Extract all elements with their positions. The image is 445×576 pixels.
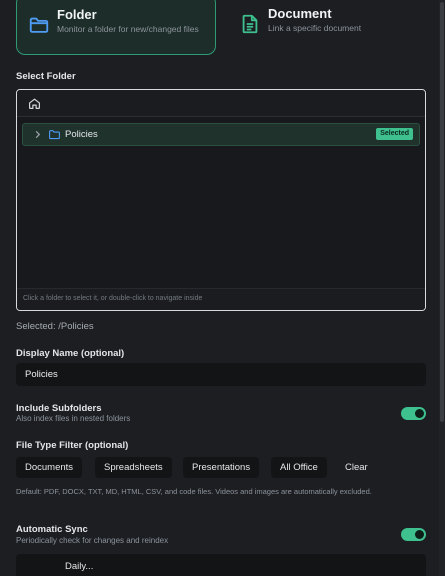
display-name-label: Display Name (optional) [16, 348, 125, 359]
filter-chip-spreadsheets[interactable]: Spreadsheets [95, 457, 172, 478]
select-folder-label: Select Folder [16, 71, 76, 82]
browser-footer: Click a folder to select it, or double-c… [17, 288, 425, 310]
folder-card-title: Folder [57, 7, 97, 22]
include-subfolders-description: Also index files in nested folders [16, 414, 131, 423]
file-type-filter-label: File Type Filter (optional) [16, 440, 129, 451]
home-icon[interactable] [28, 97, 41, 110]
sync-frequency-select[interactable]: Daily... [16, 554, 426, 576]
file-type-help: Default: PDF, DOCX, TXT, MD, HTML, CSV, … [16, 487, 372, 496]
automatic-sync-description: Periodically check for changes and reind… [16, 536, 169, 545]
document-card-title: Document [268, 6, 332, 21]
document-card-description: Link a specific document [268, 23, 362, 33]
filter-chip-all-office[interactable]: All Office [271, 457, 327, 478]
filter-chip-documents[interactable]: Documents [16, 457, 83, 478]
include-subfolders-toggle[interactable] [401, 407, 426, 420]
toggle-knob [415, 530, 424, 539]
scrollbar-thumb[interactable] [440, 2, 444, 422]
folder-browser: Policies Selected Click a folder to sele… [16, 89, 426, 311]
display-name-input[interactable] [16, 363, 426, 386]
toggle-knob [415, 409, 424, 418]
selected-badge: Selected [376, 128, 413, 140]
chevron-right-icon[interactable] [33, 130, 42, 139]
sync-frequency-value: Daily... [65, 561, 94, 572]
folder-source-card[interactable]: Folder Monitor a folder for new/changed … [16, 0, 216, 55]
include-subfolders-title: Include Subfolders [16, 403, 102, 414]
filter-chip-presentations[interactable]: Presentations [183, 457, 260, 478]
filter-clear-button[interactable]: Clear [336, 457, 377, 478]
folder-icon [29, 17, 49, 33]
document-source-card[interactable]: Document Link a specific document [228, 0, 428, 55]
document-icon [242, 14, 258, 34]
automatic-sync-title: Automatic Sync [16, 524, 88, 535]
browser-hint: Click a folder to select it, or double-c… [23, 295, 203, 302]
folder-row-policies[interactable]: Policies Selected [22, 123, 420, 146]
folder-icon [49, 130, 60, 140]
selected-path: Selected: /Policies [16, 321, 94, 332]
folder-name: Policies [65, 129, 98, 140]
browser-toolbar [17, 90, 425, 117]
folder-card-description: Monitor a folder for new/changed files [57, 24, 199, 34]
automatic-sync-toggle[interactable] [401, 528, 426, 541]
